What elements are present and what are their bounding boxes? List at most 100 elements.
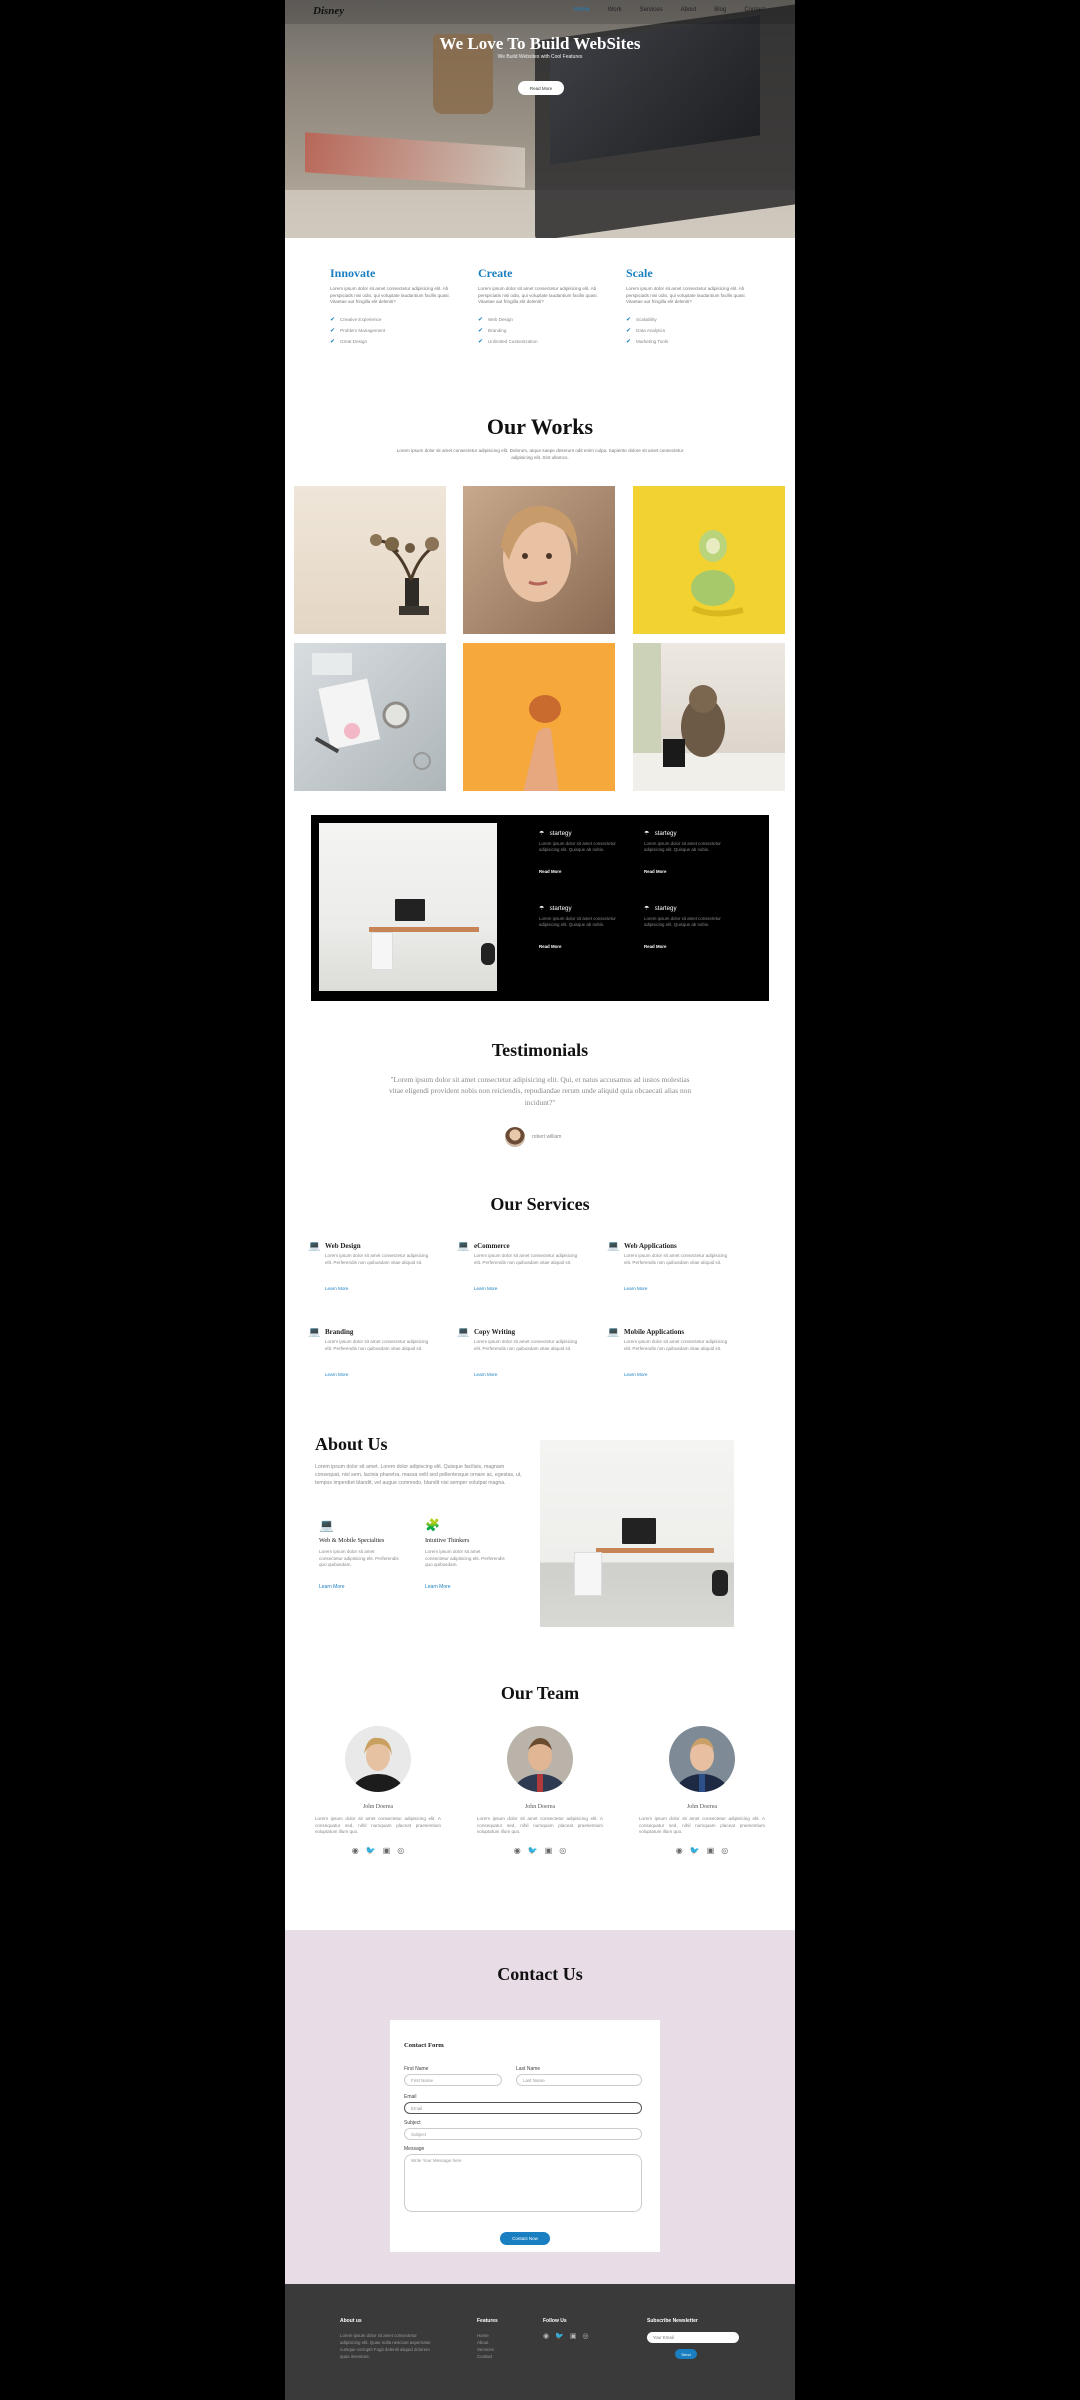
feature-text: Lorem ipsum dolor sit amet consectetur a… [478,286,598,305]
twitter-icon[interactable]: 🐦 [690,1846,700,1855]
twitter-icon[interactable]: 🐦 [366,1846,376,1855]
service-learn-more-link[interactable]: Learn More [325,1372,349,1377]
work-tile-watch[interactable] [294,643,446,791]
feature-list-item: ✔ Creative Experience [330,316,382,323]
subject-input[interactable]: Subject [404,2128,642,2140]
member-name: John Doerea [362,1804,394,1810]
email-label: Email [404,2094,417,2100]
message-label: Message [404,2146,425,2152]
instagram-icon[interactable]: ◎ [559,1846,566,1855]
check-icon: ✔ [626,338,632,345]
github-icon[interactable]: ◉ [543,2332,549,2340]
linkedin-icon[interactable]: ▣ [383,1846,391,1855]
strategy-item: ☂ startegy Lorem ipsum dolor sit amet con… [539,905,616,949]
linkedin-icon[interactable]: ▣ [707,1846,715,1855]
last-name-input[interactable]: Last Name [516,2074,642,2086]
brand-logo[interactable]: Disney [313,5,344,17]
feature-list-item: ✔ Web Design [478,316,513,323]
service-learn-more-link[interactable]: Learn More [624,1372,648,1377]
strategy-read-more-link[interactable]: Read More [539,944,561,949]
linkedin-icon[interactable]: ▣ [545,1846,553,1855]
strategy-read-more-link[interactable]: Read More [539,869,561,874]
feature-list-item: ✔ Marketing Tools [626,338,669,345]
nav-link-about[interactable]: About [681,7,697,13]
work-tile-bonsai[interactable] [294,486,446,634]
about-item-intuitive-thinkers: 🧩 Intuitive Thinkers Lorem ipsum dolor s… [425,1518,505,1590]
hero-section: Disney Home Work Services About Blog Con… [285,0,795,238]
footer-link[interactable]: Services [477,2346,498,2353]
nav-link-blog[interactable]: Blog [714,7,726,13]
work-tile-portrait[interactable] [463,486,615,634]
github-icon[interactable]: ◉ [514,1846,521,1855]
newsletter-email-input[interactable]: Your Email [647,2332,739,2343]
check-icon: ✔ [626,327,632,334]
strategy-item: ☂ startegy Lorem ipsum dolor sit amet con… [539,830,616,874]
service-learn-more-link[interactable]: Learn More [474,1286,498,1291]
feature-text: Lorem ipsum dolor sit amet consectetur a… [330,286,450,305]
github-icon[interactable]: ◉ [352,1846,359,1855]
about-learn-more-link[interactable]: Learn More [425,1584,451,1590]
footer-link[interactable]: About [477,2339,498,2346]
umbrella-icon: ☂ [644,830,650,837]
umbrella-icon: ☂ [644,905,650,912]
footer-features: Features Home About Services Contact [477,2318,498,2360]
footer-link[interactable]: Home [477,2332,498,2339]
work-tile-cat[interactable] [633,643,785,791]
work-tile-pear[interactable] [633,486,785,634]
bag-image [712,1570,728,1596]
contact-now-button[interactable]: Contact Now [500,2232,550,2245]
works-title: Our Works [486,414,594,439]
monitor-image [395,899,425,921]
member-bio: Lorem ipsum dolor sit amet consectetur a… [315,1816,441,1835]
member-photo [507,1726,573,1792]
nav-link-contact[interactable]: Contact [744,7,765,13]
github-icon[interactable]: ◉ [676,1846,683,1855]
first-name-input[interactable]: First Name [404,2074,502,2086]
work-tile-snack[interactable] [463,643,615,791]
nav-link-home[interactable]: Home [574,7,590,13]
testimonial-author: robert william [532,1134,562,1140]
feature-title: Create [478,266,513,280]
member-photo [345,1726,411,1792]
pear-image [691,530,744,617]
twitter-icon[interactable]: 🐦 [555,2332,564,2340]
hero-subtitle: We Build Websites with Cool Features [497,54,583,60]
footer-newsletter: Subscribe Newsletter Your Email Send [647,2318,739,2359]
strategy-read-more-link[interactable]: Read More [644,944,666,949]
strategy-read-more-link[interactable]: Read More [644,869,666,874]
email-input[interactable]: Email [404,2102,642,2114]
check-icon: ✔ [330,338,336,345]
check-icon: ✔ [330,327,336,334]
portrait-image [501,505,578,602]
desk-setup-image [319,823,497,991]
contact-form: Contact Form First Name First Name Last … [390,2020,660,2252]
nav-link-services[interactable]: Services [640,7,663,13]
footer-link[interactable]: Contact [477,2353,498,2360]
service-learn-more-link[interactable]: Learn More [474,1372,498,1377]
instagram-icon[interactable]: ◎ [582,2332,588,2340]
check-icon: ✔ [330,316,336,323]
twitter-icon[interactable]: 🐦 [528,1846,538,1855]
instagram-icon[interactable]: ◎ [397,1846,404,1855]
team-member: John Doerea Lorem ipsum dolor sit amet c… [639,1726,765,1855]
feature-text: Lorem ipsum dolor sit amet consectetur a… [626,286,746,305]
monitor-image [622,1518,656,1544]
bag-image [481,943,495,965]
feature-scale: Scale Lorem ipsum dolor sit amet consect… [626,266,750,349]
service-learn-more-link[interactable]: Learn More [624,1286,648,1291]
service-learn-more-link[interactable]: Learn More [325,1286,349,1291]
desk-top-image [596,1548,714,1553]
instagram-icon[interactable]: ◎ [721,1846,728,1855]
about-text: Lorem ipsum dolor sit amet. Lorem dolor … [315,1464,522,1486]
newsletter-send-button[interactable]: Send [675,2349,697,2359]
linkedin-icon[interactable]: ▣ [570,2332,577,2340]
feature-list-item: ✔ Branding [478,327,507,334]
message-textarea[interactable]: Write Your Message here [404,2154,642,2212]
feature-title: Innovate [330,266,376,280]
hero-read-more-button[interactable]: Read More [518,81,564,95]
nav-link-work[interactable]: Work [608,7,622,13]
member-socials: ◉ 🐦 ▣ ◎ [315,1846,441,1855]
about-learn-more-link[interactable]: Learn More [319,1584,345,1590]
features-section: Innovate Lorem ipsum dolor sit amet cons… [330,266,750,349]
member-bio: Lorem ipsum dolor sit amet consectetur a… [477,1816,603,1835]
